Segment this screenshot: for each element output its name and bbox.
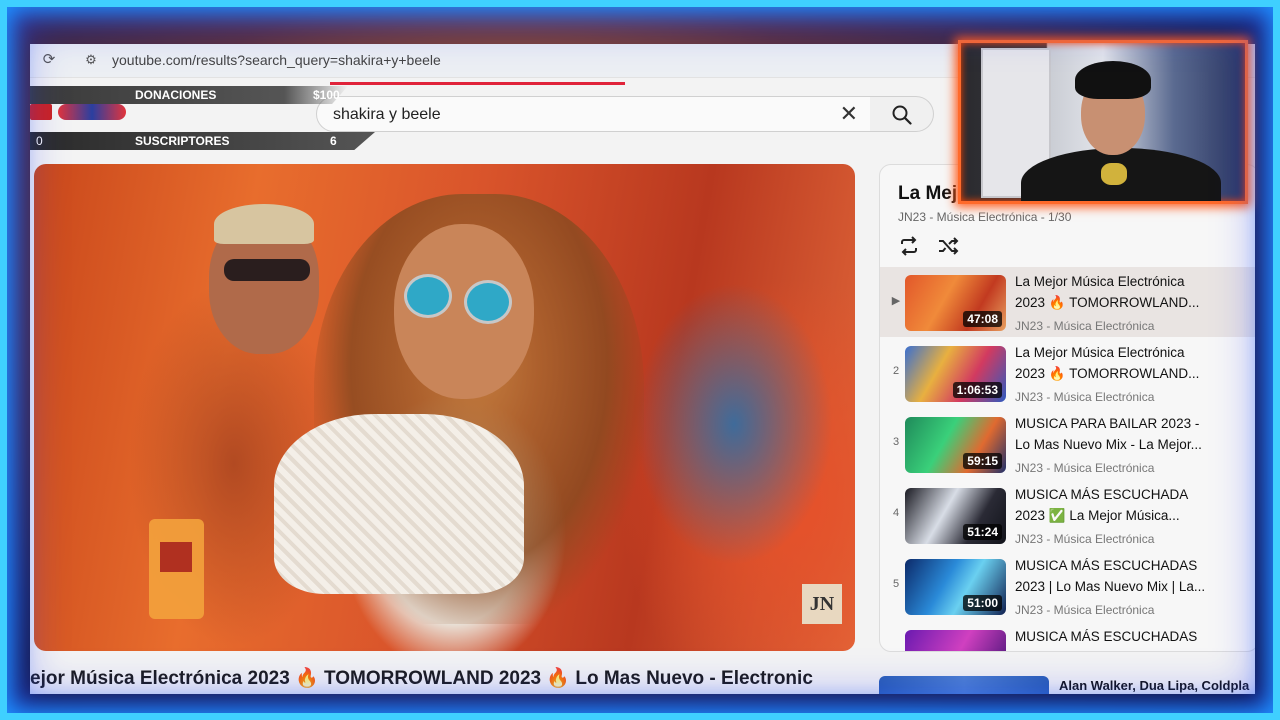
playlist-item-channel: JN23 - Música Electrónica [1015,390,1155,404]
playlist-item[interactable]: ▶ 47:08 La Mejor Música Electrónica 2023… [880,267,1255,337]
search-icon [892,105,912,125]
video-frame-sunglasses [224,259,310,281]
donations-label: DONACIONES [135,88,217,102]
shuffle-icon[interactable] [937,235,959,257]
playlist-item-title-cont[interactable]: 2023 🔥 TOMORROWLAND... [1015,366,1240,382]
playlist-item-title[interactable]: La Mejor Música Electrónica [1015,274,1240,289]
duration-badge: 51:24 [963,524,1002,540]
loading-progress-bar [330,82,625,85]
duration-badge: 47:08 [963,311,1002,327]
playlist-item-index: 2 [892,365,900,377]
channel-watermark-logo[interactable]: JN [802,584,842,624]
webcam-streamer-hair [1075,61,1151,99]
reload-icon[interactable]: ⟳ [40,51,58,69]
playlist-item-title-cont[interactable]: 2023 | Lo Mas Nuevo Mix | La... [1015,579,1240,594]
youtube-logo-icon [30,104,52,120]
recommendation-thumbnail[interactable] [879,676,1049,694]
video-frame-cup-label [160,542,192,572]
url-text[interactable]: youtube.com/results?search_query=shakira… [112,52,441,68]
video-player[interactable]: JN [34,164,855,651]
playlist-item-thumbnail[interactable]: 1:06:53 [905,346,1006,402]
playlist-item-title[interactable]: MUSICA PARA BAILAR 2023 - [1015,416,1240,431]
playlist-item-thumbnail[interactable]: 51:00 [905,559,1006,615]
video-frame-hat [214,204,314,244]
playlist-item-title[interactable]: La Mejor Música Electrónica [1015,345,1240,360]
playlist-item-title[interactable]: MUSICA MÁS ESCUCHADA [1015,487,1240,502]
donations-value: $100 [313,88,340,102]
site-info-icon[interactable]: ⚙ [82,51,100,69]
search-input[interactable]: shakira y beele ✕ [316,96,871,132]
playlist-item[interactable]: 2 1:06:53 La Mejor Música Electrónica 20… [880,338,1255,408]
playlist-item-channel: JN23 - Música Electrónica [1015,461,1155,475]
recommendation-title[interactable]: Alan Walker, Dua Lipa, Coldpla [1059,678,1249,693]
search-button[interactable] [870,96,934,132]
playlist-item-thumbnail[interactable]: 47:08 [905,275,1006,331]
playlist-panel: La Mej JN23 - Música Electrónica - 1/30 … [879,164,1255,652]
playlist-item-title[interactable]: MUSICA MÁS ESCUCHADAS [1015,558,1240,573]
playlist-item-channel: JN23 - Música Electrónica [1015,532,1155,546]
race-car-icon [58,104,126,120]
playlist-item[interactable]: MUSICA MÁS ESCUCHADAS [880,622,1255,651]
play-indicator-icon: ▶ [891,295,901,307]
playlist-item-index: 5 [892,578,900,590]
playlist-item-title[interactable]: MUSICA MÁS ESCUCHADAS [1015,629,1240,644]
playlist-item-title-cont[interactable]: 2023 🔥 TOMORROWLAND... [1015,295,1240,311]
subscribers-label: SUSCRIPTORES [135,134,230,148]
playlist-item[interactable]: 5 51:00 MUSICA MÁS ESCUCHADAS 2023 | Lo … [880,551,1255,621]
playlist-item-index: 4 [892,507,900,519]
subscribers-min: 0 [36,134,43,148]
playlist-title[interactable]: La Mej [898,183,957,205]
playlist-item-channel: JN23 - Música Electrónica [1015,319,1155,333]
playlist-item-channel: JN23 - Música Electrónica [1015,603,1155,617]
webcam-overlay [958,40,1248,204]
video-title: ejor Música Electrónica 2023 🔥 TOMORROWL… [30,668,813,689]
playlist-item[interactable]: 3 59:15 MUSICA PARA BAILAR 2023 - Lo Mas… [880,409,1255,479]
duration-badge: 1:06:53 [952,382,1002,398]
stream-scene: ⟳ ⚙ youtube.com/results?search_query=sha… [0,0,1280,720]
playlist-item[interactable]: 4 51:24 MUSICA MÁS ESCUCHADA 2023 ✅ La M… [880,480,1255,550]
playlist-item-thumbnail[interactable]: 59:15 [905,417,1006,473]
playlist-item-title-cont[interactable]: 2023 ✅ La Mejor Música... [1015,508,1240,524]
duration-badge: 59:15 [963,453,1002,469]
microphone-icon [1101,163,1127,185]
playlist-subtitle[interactable]: JN23 - Música Electrónica - 1/30 [898,210,1071,224]
playlist-item-title-cont[interactable]: Lo Mas Nuevo Mix - La Mejor... [1015,437,1240,452]
close-icon[interactable]: ✕ [840,101,858,127]
playlist-item-thumbnail[interactable] [905,630,1006,651]
video-frame-top [274,414,524,594]
video-frame-lens-right [464,280,512,324]
search-input-value[interactable]: shakira y beele [333,106,441,124]
subscribers-value: 6 [330,134,337,148]
duration-badge: 51:00 [963,595,1002,611]
playlist-item-thumbnail[interactable]: 51:24 [905,488,1006,544]
video-frame-lens-left [404,274,452,318]
recommendation-item[interactable]: Alan Walker, Dua Lipa, Coldpla [879,676,1255,694]
loop-icon[interactable] [898,235,920,257]
playlist-item-index: 3 [892,436,900,448]
